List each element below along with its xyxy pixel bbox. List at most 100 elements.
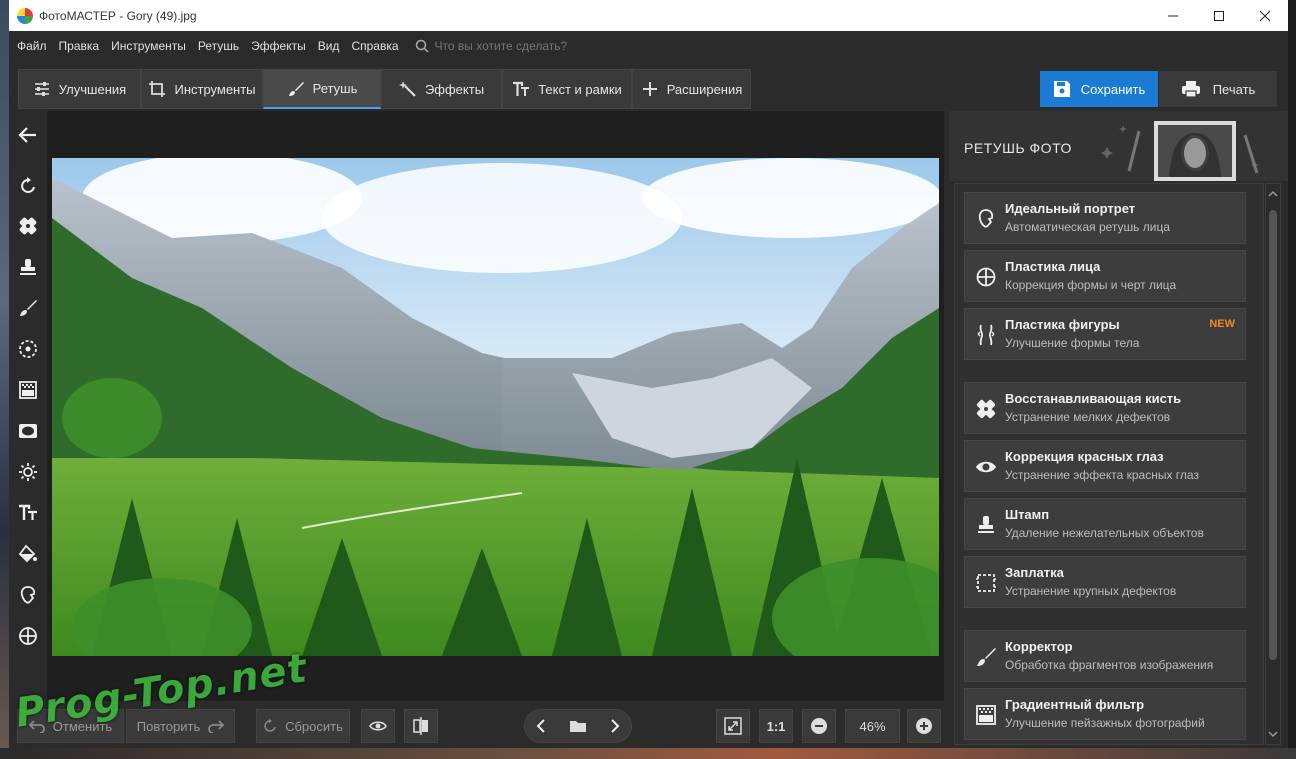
- stamp-icon: [978, 516, 994, 533]
- tool-healing-brush[interactable]: Восстанавливающая кисть Устранение мелки…: [964, 382, 1246, 434]
- tab-enhancements[interactable]: Улучшения: [18, 69, 141, 109]
- tool-stamp[interactable]: Штамп Удаление нежелательных объектов: [964, 498, 1246, 550]
- tab-retouch[interactable]: Ретушь: [263, 69, 381, 109]
- compare-button[interactable]: [404, 709, 438, 743]
- reset-label: Сбросить: [285, 718, 343, 734]
- minus-circle-icon: [811, 718, 827, 734]
- tool-name: Корректор: [1005, 639, 1073, 654]
- tab-label: Инструменты: [174, 81, 256, 97]
- fill-tool[interactable]: [17, 543, 39, 565]
- light-tool[interactable]: [17, 461, 39, 483]
- face-sculpt-tool[interactable]: [17, 625, 39, 647]
- maximize-button[interactable]: [1196, 0, 1242, 31]
- crosshair-circle-icon: [19, 627, 37, 645]
- scroll-up-icon[interactable]: [1266, 188, 1280, 200]
- stamp-icon: [20, 259, 36, 275]
- tool-description: Обработка фрагментов изображения: [1005, 658, 1214, 672]
- app-logo-icon: [17, 7, 33, 24]
- paint-bucket-icon: [18, 544, 37, 563]
- close-icon: [1259, 10, 1271, 21]
- face-icon: [20, 586, 36, 604]
- zoom-level-value: 46%: [859, 718, 886, 734]
- retouch-panel: РЕТУШЬ ФОТО Идеальный портрет Автоматиче…: [949, 111, 1288, 748]
- scrollbar-thumb[interactable]: [1269, 210, 1277, 660]
- tab-label: Улучшения: [58, 81, 127, 97]
- tool-body-sculpt[interactable]: Пластика фигуры Улучшение формы тела NEW: [964, 308, 1246, 360]
- redo-icon: [208, 720, 225, 733]
- chevron-left-icon[interactable]: [535, 719, 547, 733]
- tab-tools[interactable]: Инструменты: [141, 69, 263, 109]
- menu-view[interactable]: Вид: [318, 39, 340, 53]
- actual-size-button[interactable]: 1:1: [759, 709, 793, 743]
- bandage-icon: [19, 217, 37, 235]
- tool-red-eye[interactable]: Коррекция красных глаз Устранение эффект…: [964, 440, 1246, 492]
- retouch-header-illustration: [1101, 121, 1259, 181]
- close-button[interactable]: [1242, 0, 1288, 31]
- fit-screen-button[interactable]: [716, 709, 750, 743]
- sliders-icon: [34, 82, 49, 96]
- tab-text-frames[interactable]: Текст и рамки: [502, 69, 632, 109]
- tool-name: Заплатка: [1005, 565, 1064, 580]
- menu-file[interactable]: Файл: [17, 39, 47, 53]
- plus-circle-icon: [916, 718, 932, 734]
- search-input[interactable]: [434, 39, 615, 53]
- stamp-tool[interactable]: [17, 256, 39, 278]
- tab-effects[interactable]: Эффекты: [381, 69, 502, 109]
- zoom-out-button[interactable]: [802, 709, 836, 743]
- maximize-icon: [1214, 10, 1224, 21]
- tool-name: Пластика фигуры: [1005, 317, 1120, 332]
- menu-edit[interactable]: Правка: [59, 39, 100, 53]
- chevron-right-icon[interactable]: [609, 719, 621, 733]
- back-button[interactable]: [17, 124, 39, 146]
- face-icon: [978, 209, 994, 228]
- crop-icon: [149, 81, 166, 97]
- brush-icon: [20, 300, 37, 316]
- scroll-down-icon[interactable]: [1266, 728, 1280, 740]
- tool-corrector[interactable]: Корректор Обработка фрагментов изображен…: [964, 630, 1246, 682]
- retouch-tool-list: Идеальный портрет Автоматическая ретушь …: [954, 183, 1264, 745]
- tool-description: Устранение крупных дефектов: [1005, 584, 1177, 598]
- tool-face-sculpt[interactable]: Пластика лица Коррекция формы и черт лиц…: [964, 250, 1246, 302]
- tool-description: Коррекция формы и черт лица: [1005, 278, 1177, 292]
- desktop-taskbar-edge: [0, 748, 1296, 759]
- zoom-in-button[interactable]: [907, 709, 941, 743]
- new-badge: NEW: [1209, 318, 1235, 330]
- rotate-tool[interactable]: [17, 175, 39, 197]
- menu-effects[interactable]: Эффекты: [251, 39, 306, 53]
- folder-icon[interactable]: [569, 719, 587, 733]
- menu-retouch[interactable]: Ретушь: [198, 39, 239, 53]
- print-button[interactable]: Печать: [1159, 71, 1277, 107]
- healing-brush-tool[interactable]: [17, 215, 39, 237]
- tool-patch[interactable]: Заплатка Устранение крупных дефектов: [964, 556, 1246, 608]
- tool-name: Восстанавливающая кисть: [1005, 391, 1182, 406]
- eye-icon: [369, 721, 387, 731]
- app-window: ФотоМАСТЕР - Gory (49).jpg Файл Правка И…: [9, 0, 1288, 748]
- redo-label: Повторить: [136, 718, 201, 734]
- menu-help[interactable]: Справка: [351, 39, 398, 53]
- text-tool[interactable]: [17, 502, 39, 524]
- tool-name: Пластика лица: [1005, 259, 1101, 274]
- tool-gradient-filter[interactable]: Градиентный фильтр Улучшение пейзажных ф…: [964, 688, 1246, 740]
- panel-scrollbar[interactable]: [1265, 183, 1281, 745]
- zoom-level-field[interactable]: 46%: [845, 709, 900, 743]
- tool-name: Градиентный фильтр: [1005, 697, 1145, 712]
- minimize-button[interactable]: [1150, 0, 1196, 31]
- title-bar: ФотоМАСТЕР - Gory (49).jpg: [9, 0, 1288, 31]
- portrait-tool[interactable]: [17, 584, 39, 606]
- corrector-tool[interactable]: [17, 297, 39, 319]
- vignette-tool[interactable]: [17, 420, 39, 442]
- image-canvas[interactable]: [47, 111, 944, 701]
- actual-size-label: 1:1: [766, 718, 786, 734]
- gradient-filter-tool[interactable]: [17, 379, 39, 401]
- preview-toggle-button[interactable]: [361, 709, 395, 743]
- tool-ideal-portrait[interactable]: Идеальный портрет Автоматическая ретушь …: [964, 192, 1246, 244]
- photo-preview[interactable]: [52, 158, 939, 656]
- menu-tools[interactable]: Инструменты: [111, 39, 186, 53]
- save-button[interactable]: Сохранить: [1040, 71, 1158, 107]
- brush-icon: [288, 81, 304, 96]
- reset-button[interactable]: Сбросить: [256, 709, 350, 743]
- tab-extensions[interactable]: Расширения: [632, 69, 751, 109]
- radial-filter-tool[interactable]: [17, 338, 39, 360]
- panel-header: РЕТУШЬ ФОТО: [949, 111, 1288, 181]
- desktop-background: [0, 0, 9, 759]
